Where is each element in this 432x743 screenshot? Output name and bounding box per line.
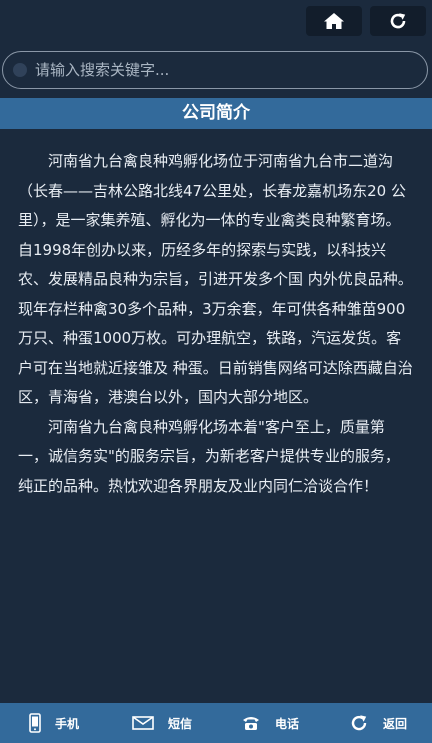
envelope-icon [132, 716, 154, 730]
back-arrow-icon [349, 713, 369, 733]
nav-phone-button[interactable]: 电话 [216, 703, 324, 743]
nav-back-button[interactable]: 返回 [324, 703, 432, 743]
nav-phone-label: 电话 [274, 716, 299, 731]
refresh-button[interactable] [370, 6, 426, 36]
refresh-icon [390, 13, 406, 29]
search-bar[interactable] [2, 51, 428, 89]
nav-sms-label: 短信 [167, 716, 192, 731]
nav-sms-button[interactable]: 短信 [108, 703, 216, 743]
nav-mobile-label: 手机 [54, 716, 79, 731]
home-button[interactable] [306, 6, 362, 36]
intro-paragraph-2: 河南省九台禽良种鸡孵化场本着"客户至上，质量第一，诚信务实"的服务宗旨，为新老客… [18, 417, 400, 495]
search-input[interactable] [35, 61, 405, 79]
bottom-nav: 手机 短信 电话 返回 [0, 703, 432, 743]
search-icon [13, 63, 27, 77]
nav-mobile-button[interactable]: 手机 [0, 703, 108, 743]
mobile-phone-icon [29, 713, 41, 733]
intro-paragraph-1: 河南省九台禽良种鸡孵化场位于河南省九台市二道沟（长春——吉林公路北线47公里处，… [18, 152, 413, 406]
nav-back-label: 返回 [382, 716, 407, 731]
section-title: 公司简介 [0, 98, 432, 129]
top-toolbar [0, 0, 432, 46]
telephone-icon [241, 715, 261, 731]
company-intro-content: 河南省九台禽良种鸡孵化场位于河南省九台市二道沟（长春——吉林公路北线47公里处，… [18, 147, 414, 501]
home-icon [324, 13, 344, 29]
